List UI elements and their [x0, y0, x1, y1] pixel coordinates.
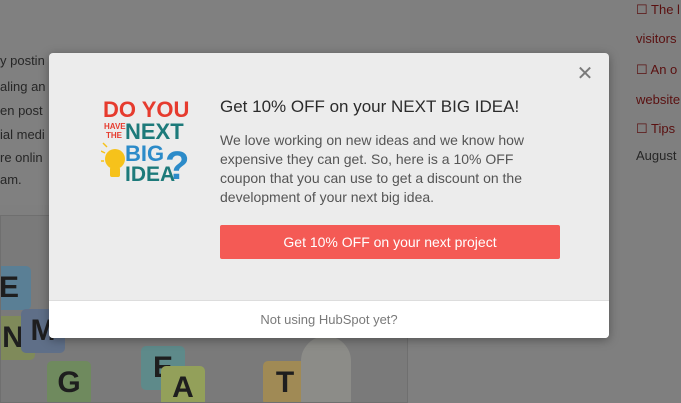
- sidebar-link[interactable]: ☐ Tips: [636, 121, 681, 137]
- promo-modal: ✕ DO YOU HAVE THE NEXT BIG IDEA ? Get 10…: [49, 53, 609, 338]
- sidebar-link[interactable]: ☐ The l: [636, 2, 681, 18]
- letter-cube: E: [1, 266, 31, 310]
- logo-text-have: HAVE: [104, 122, 126, 131]
- sidebar-date: August: [636, 148, 677, 163]
- get-discount-button-label: Get 10% OFF on your next project: [283, 234, 497, 250]
- close-icon[interactable]: ✕: [575, 63, 595, 83]
- letter-cube: A: [161, 366, 205, 402]
- not-using-hubspot-link[interactable]: Not using HubSpot yet?: [260, 312, 397, 327]
- modal-headline: Get 10% OFF on your NEXT BIG IDEA!: [220, 97, 520, 116]
- sidebar-link[interactable]: website: [636, 92, 681, 107]
- figure-illustration: [301, 336, 351, 402]
- sidebar-link[interactable]: visitors: [636, 31, 681, 46]
- get-discount-button[interactable]: Get 10% OFF on your next project: [220, 225, 560, 259]
- logo-text-the: THE: [106, 131, 123, 140]
- modal-body-text: We love working on new ideas and we know…: [220, 132, 525, 205]
- big-idea-logo: DO YOU HAVE THE NEXT BIG IDEA ?: [101, 97, 189, 188]
- modal-footer: Not using HubSpot yet?: [49, 300, 609, 338]
- lightbulb-icon: [101, 142, 125, 177]
- logo-question-mark: ?: [165, 144, 189, 188]
- sidebar-link[interactable]: ☐ An o: [636, 62, 681, 78]
- letter-cube: G: [47, 361, 91, 402]
